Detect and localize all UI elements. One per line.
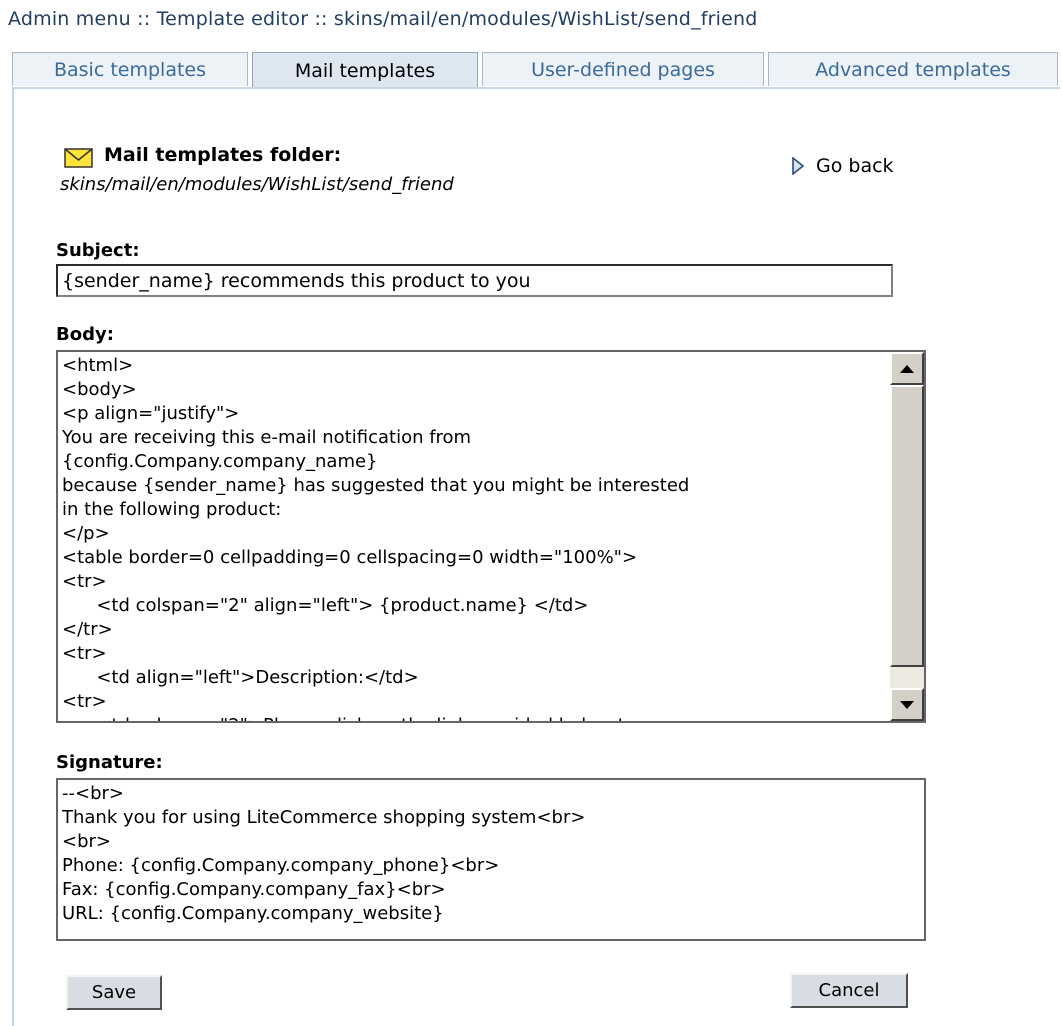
breadcrumb-admin-menu[interactable]: Admin menu bbox=[8, 8, 131, 30]
body-textarea[interactable]: <html> <body> <p align="justify"> You ar… bbox=[56, 350, 926, 723]
scroll-down-button[interactable] bbox=[890, 688, 924, 721]
triangle-right-icon bbox=[792, 157, 804, 175]
arrow-down-icon bbox=[900, 700, 914, 709]
signature-text: --<br> Thank you for using LiteCommerce … bbox=[62, 783, 586, 924]
tab-bar: Basic templates Mail templates User-defi… bbox=[12, 52, 1060, 88]
breadcrumb: Admin menu :: Template editor :: skins/m… bbox=[8, 8, 758, 30]
tab-advanced-templates[interactable]: Advanced templates bbox=[768, 52, 1058, 86]
breadcrumb-template-editor[interactable]: Template editor bbox=[157, 8, 309, 30]
cancel-button[interactable]: Cancel bbox=[790, 973, 908, 1008]
folder-title: Mail templates folder: bbox=[104, 144, 342, 166]
body-label: Body: bbox=[56, 324, 114, 345]
go-back-label: Go back bbox=[816, 155, 894, 177]
envelope-icon bbox=[64, 148, 93, 168]
scroll-thumb[interactable] bbox=[890, 385, 924, 667]
tab-user-defined-pages[interactable]: User-defined pages bbox=[482, 52, 764, 86]
folder-path: skins/mail/en/modules/WishList/send_frie… bbox=[60, 174, 454, 195]
body-text: <html> <body> <p align="justify"> You ar… bbox=[62, 355, 690, 721]
tab-basic-templates[interactable]: Basic templates bbox=[12, 52, 248, 86]
go-back-link[interactable]: Go back bbox=[792, 155, 894, 177]
save-button[interactable]: Save bbox=[66, 975, 162, 1010]
signature-textarea[interactable]: --<br> Thank you for using LiteCommerce … bbox=[56, 778, 926, 941]
breadcrumb-path: skins/mail/en/modules/WishList/send_frie… bbox=[333, 8, 758, 30]
body-scrollbar[interactable] bbox=[890, 352, 924, 721]
tab-mail-templates[interactable]: Mail templates bbox=[252, 52, 478, 88]
signature-label: Signature: bbox=[56, 752, 163, 773]
subject-label: Subject: bbox=[56, 240, 140, 261]
scroll-up-button[interactable] bbox=[890, 352, 924, 385]
subject-input[interactable] bbox=[56, 264, 893, 297]
breadcrumb-separator: :: bbox=[130, 8, 157, 30]
breadcrumb-separator: :: bbox=[308, 8, 334, 30]
arrow-up-icon bbox=[900, 364, 914, 373]
